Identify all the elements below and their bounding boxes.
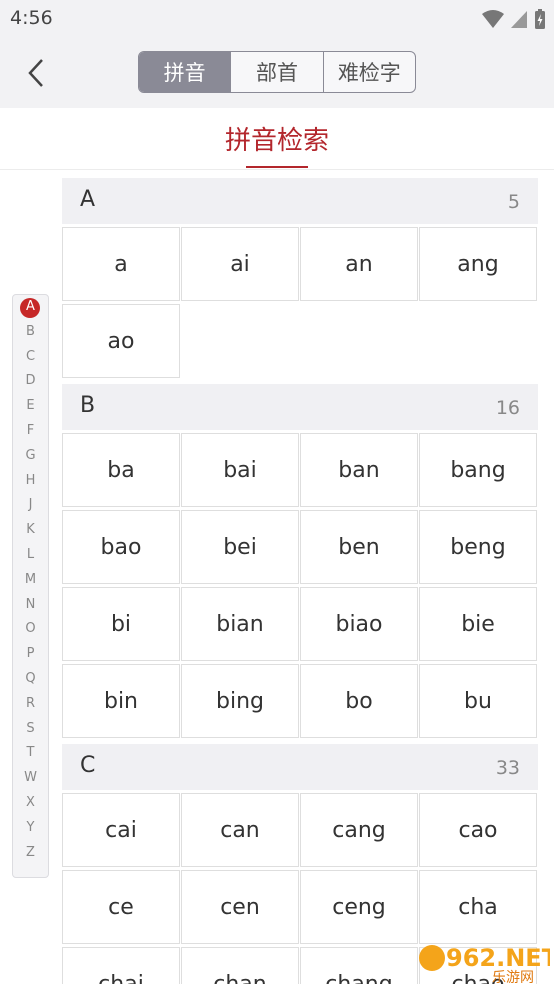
page-header: 拼音检索 [0,108,554,170]
index-letter-s[interactable]: S [13,721,48,736]
index-letter-y[interactable]: Y [13,820,48,835]
pinyin-cell-bi[interactable]: bi [62,587,180,661]
index-letter-j[interactable]: J [13,497,48,512]
pinyin-cell-ai[interactable]: ai [181,227,299,301]
svg-text:乐游网: 乐游网 [492,970,534,984]
section-letter: A [80,187,96,212]
section-count: 16 [495,397,520,419]
index-letter-t[interactable]: T [13,745,48,760]
pinyin-cell-bang[interactable]: bang [419,433,537,507]
page-title: 拼音检索 [224,126,329,156]
index-letter-a[interactable]: A [13,299,48,314]
svg-text:962.NET: 962.NET [446,944,550,972]
index-letter-z[interactable]: Z [13,845,48,860]
pinyin-cell-beng[interactable]: beng [419,510,537,584]
search-mode-segmented-control: 拼音 部首 难检字 [138,51,416,93]
watermark-logo: 962.NET 乐游网 [416,936,554,984]
index-letter-h[interactable]: H [13,473,48,488]
section-letter: B [80,393,96,418]
pinyin-cell-bu[interactable]: bu [419,664,537,738]
index-letter-g[interactable]: G [13,448,48,463]
status-bar: 4:56 [0,0,554,38]
alphabet-index[interactable]: ABCDEFGHJKLMNOPQRSTWXYZ [12,294,49,878]
pinyin-cell-biao[interactable]: biao [300,587,418,661]
index-letter-l[interactable]: L [13,547,48,562]
pinyin-cell-cha[interactable]: cha [419,870,537,944]
index-letter-f[interactable]: F [13,423,48,438]
pinyin-cell-an[interactable]: an [300,227,418,301]
status-icons [482,8,546,30]
pinyin-cell-can[interactable]: can [181,793,299,867]
pinyin-cell-cang[interactable]: cang [300,793,418,867]
tab-pinyin[interactable]: 拼音 [139,52,231,92]
top-toolbar: 拼音 部首 难检字 [0,38,554,108]
pinyin-cell-bin[interactable]: bin [62,664,180,738]
wifi-icon [482,10,504,28]
index-letter-n[interactable]: N [13,597,48,612]
section-count: 33 [495,757,520,779]
pinyin-cell-bie[interactable]: bie [419,587,537,661]
section-header-b: B 16 [62,384,538,430]
pinyin-cell-a[interactable]: a [62,227,180,301]
index-letter-w[interactable]: W [13,770,48,785]
section-letter: C [80,753,96,778]
pinyin-cell-bing[interactable]: bing [181,664,299,738]
section-count: 5 [507,191,520,213]
pinyin-cell-chai[interactable]: chai [62,947,180,984]
index-letter-r[interactable]: R [13,696,48,711]
chevron-left-icon [28,59,43,87]
tab-difficult-chars[interactable]: 难检字 [322,52,415,92]
index-letter-e[interactable]: E [13,398,48,413]
section-header-c: C 33 [62,744,538,790]
pinyin-cell-ce[interactable]: ce [62,870,180,944]
title-underline [246,166,308,168]
section-header-a: A5 [62,178,538,224]
index-letter-d[interactable]: D [13,373,48,388]
index-letter-q[interactable]: Q [13,671,48,686]
status-time: 4:56 [10,7,53,29]
pinyin-cell-cai[interactable]: cai [62,793,180,867]
pinyin-list[interactable]: A 5 a ai an ang ao B 16 ba bai ban bang bao bei ben beng… [62,178,538,984]
pinyin-cell-bei[interactable]: bei [181,510,299,584]
pinyin-cell-ba[interactable]: ba [62,433,180,507]
index-letter-k[interactable]: K [13,522,48,537]
pinyin-cell-bai[interactable]: bai [181,433,299,507]
index-letter-p[interactable]: P [13,646,48,661]
pinyin-cell-ceng[interactable]: ceng [300,870,418,944]
index-letter-m[interactable]: M [13,572,48,587]
tab-radical[interactable]: 部首 [230,52,322,92]
pinyin-cell-cen[interactable]: cen [181,870,299,944]
pinyin-cell-cao[interactable]: cao [419,793,537,867]
pinyin-cell-bao[interactable]: bao [62,510,180,584]
index-letter-c[interactable]: C [13,349,48,364]
battery-icon [535,9,545,29]
index-letter-b[interactable]: B [13,324,48,339]
pinyin-cell-chang[interactable]: chang [300,947,418,984]
back-button[interactable] [22,55,52,91]
pinyin-cell-chan[interactable]: chan [181,947,299,984]
signal-icon [511,11,527,28]
pinyin-cell-ao[interactable]: ao [62,304,180,378]
pinyin-cell-ben[interactable]: ben [300,510,418,584]
pinyin-cell-ban[interactable]: ban [300,433,418,507]
pinyin-cell-ang[interactable]: ang [419,227,537,301]
index-letter-o[interactable]: O [13,621,48,636]
pinyin-cell-bian[interactable]: bian [181,587,299,661]
index-letter-x[interactable]: X [13,795,48,810]
pinyin-cell-bo[interactable]: bo [300,664,418,738]
